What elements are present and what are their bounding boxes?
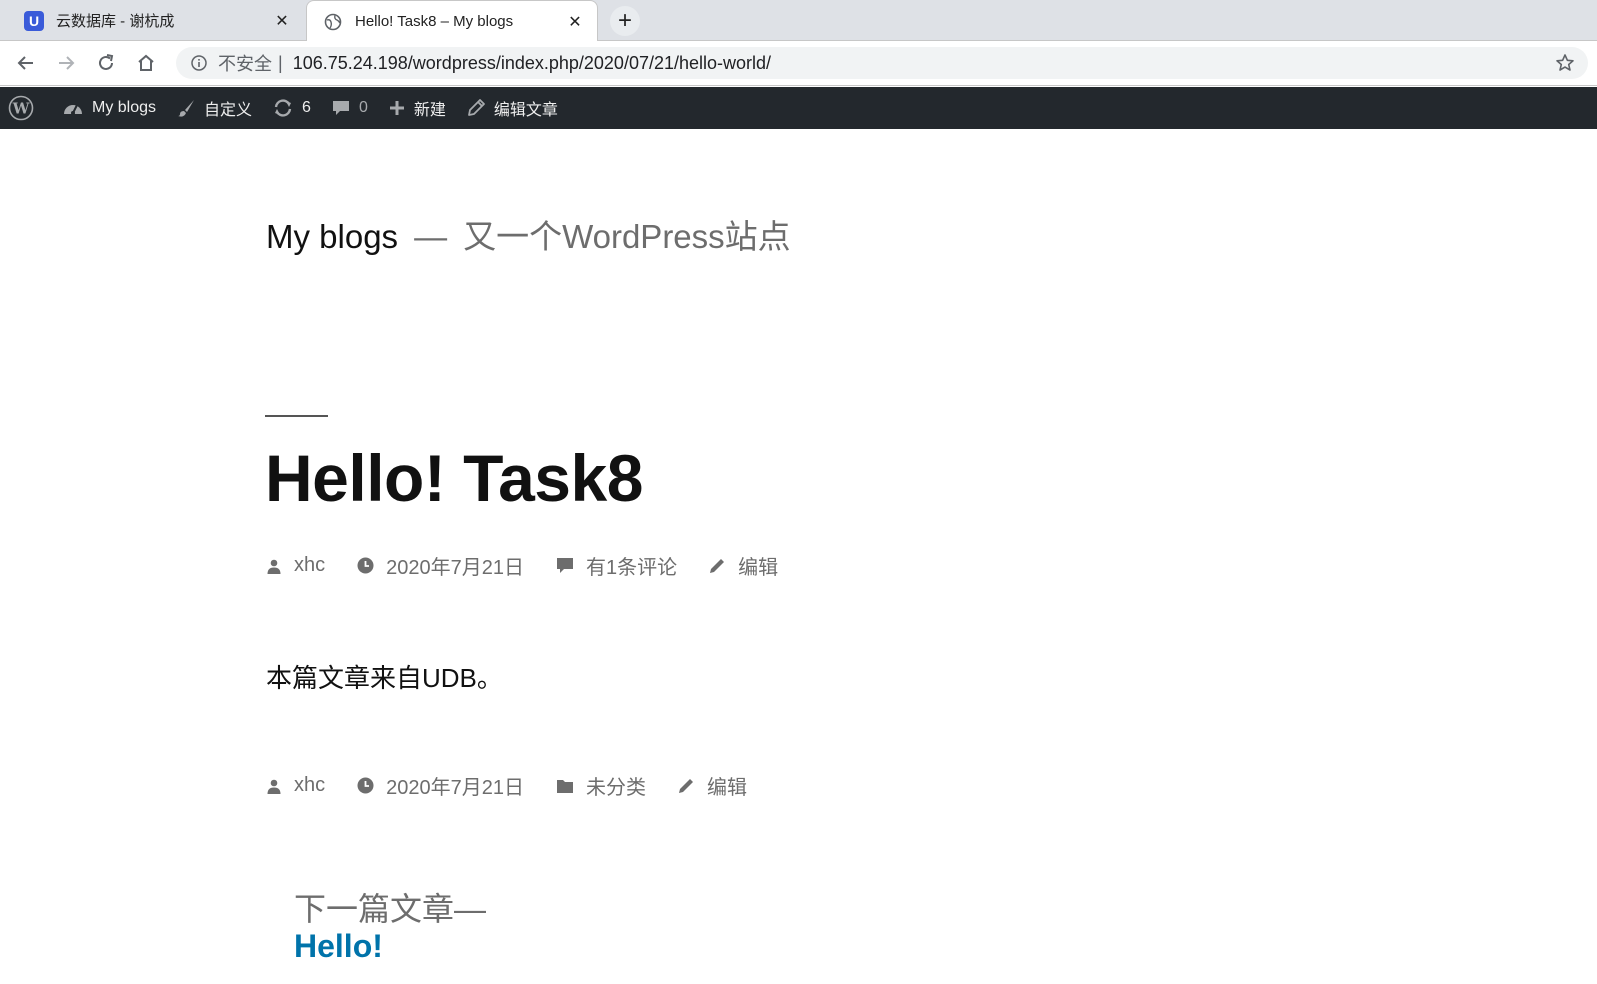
plus-icon — [389, 101, 404, 115]
next-post-label: 下一篇文章— — [294, 891, 487, 927]
comments-link: 有1条评论 — [586, 557, 678, 579]
post-body: 本篇文章来自UDB。 — [266, 663, 503, 693]
category-link: 未分类 — [586, 777, 646, 799]
meta-category[interactable]: 未分类 — [556, 771, 646, 800]
adminbar-site-name[interactable]: My blogs — [52, 87, 166, 129]
adminbar-updates[interactable]: 6 — [262, 87, 321, 129]
site-name-label: My blogs — [92, 99, 157, 116]
customize-label: 自定义 — [204, 102, 253, 119]
url-text[interactable]: 106.75.24.198/wordpress/index.php/2020/0… — [293, 53, 1554, 74]
site-header: My blogs — 又一个WordPress站点 — [266, 210, 791, 258]
info-icon[interactable] — [190, 54, 208, 72]
reload-button[interactable] — [94, 51, 118, 75]
next-post-link[interactable]: Hello! — [294, 928, 486, 965]
post-navigation-next[interactable]: 下一篇文章— Hello! — [294, 884, 486, 965]
wordpress-logo-icon[interactable]: W — [0, 87, 52, 129]
comment-bubble-icon — [332, 101, 349, 115]
updates-count: 6 — [302, 99, 311, 116]
author-name: xhc — [294, 774, 326, 796]
tab-cloud-database[interactable]: U 云数据库 - 谢杭成 ✕ — [8, 0, 304, 41]
person-icon — [267, 559, 281, 574]
dashboard-icon — [64, 104, 82, 115]
post-meta-top: xhc 2020年7月21日 有1条评论 编辑 — [266, 551, 810, 580]
comments-count: 0 — [358, 99, 368, 116]
title-divider — [265, 415, 328, 417]
edit-post-label: 编辑文章 — [493, 102, 558, 119]
person-icon — [267, 779, 281, 794]
tab-hello-task8[interactable]: Hello! Task8 – My blogs ✕ — [306, 0, 598, 42]
meta-author[interactable]: xhc — [266, 774, 325, 797]
meta-edit[interactable]: 编辑 — [678, 771, 747, 800]
address-bar[interactable]: 不安全 | 106.75.24.198/wordpress/index.php/… — [176, 47, 1588, 79]
folder-icon — [557, 779, 573, 793]
pencil-icon — [710, 559, 725, 573]
author-name: xhc — [294, 554, 326, 576]
updates-icon — [274, 99, 292, 117]
address-separator: | — [278, 52, 283, 73]
wp-admin-bar: W My blogs 自定义 6 0 新建 编辑文章 — [0, 87, 1597, 129]
arrow-right-icon — [59, 56, 75, 70]
tab-title: 云数据库 - 谢杭成 — [56, 13, 175, 30]
edit-link: 编辑 — [707, 777, 747, 799]
meta-date[interactable]: 2020年7月21日 — [357, 551, 524, 580]
meta-comments[interactable]: 有1条评论 — [556, 551, 677, 580]
post-date: 2020年7月21日 — [386, 557, 524, 579]
post-title: Hello! Task8 — [265, 441, 643, 515]
clock-icon — [357, 777, 374, 794]
adminbar-customize[interactable]: 自定义 — [166, 87, 262, 129]
post-date: 2020年7月21日 — [386, 777, 524, 799]
home-button[interactable] — [134, 51, 158, 75]
forward-button[interactable] — [54, 51, 78, 75]
security-label: 不安全 — [218, 54, 272, 74]
star-icon[interactable] — [1554, 52, 1576, 74]
new-label: 新建 — [413, 102, 446, 119]
home-icon — [138, 54, 154, 71]
back-button[interactable] — [14, 51, 38, 75]
arrow-left-icon — [17, 56, 33, 70]
clock-icon — [357, 557, 374, 574]
globe-icon — [323, 12, 343, 32]
adminbar-edit-post[interactable]: 编辑文章 — [456, 87, 568, 129]
svg-text:W: W — [12, 100, 31, 118]
adminbar-comments[interactable]: 0 — [321, 87, 378, 129]
comment-icon — [557, 558, 573, 573]
adminbar-new[interactable]: 新建 — [378, 87, 456, 129]
browser-toolbar: 不安全 | 106.75.24.198/wordpress/index.php/… — [0, 41, 1597, 86]
new-tab-button[interactable]: + — [610, 6, 640, 36]
pencil-icon — [467, 99, 485, 116]
site-title-link[interactable]: My blogs — [266, 218, 398, 256]
site-description: 又一个WordPress站点 — [463, 218, 791, 255]
pencil-icon — [679, 779, 693, 793]
post-meta-bottom: xhc 2020年7月21日 未分类 编辑 — [266, 771, 779, 800]
tab-title: Hello! Task8 – My blogs — [355, 13, 514, 30]
meta-edit[interactable]: 编辑 — [709, 551, 778, 580]
u-logo-icon: U — [24, 10, 44, 31]
close-tab-icon[interactable]: ✕ — [272, 11, 292, 31]
close-tab-icon[interactable]: ✕ — [565, 12, 585, 32]
meta-date[interactable]: 2020年7月21日 — [357, 771, 524, 800]
reload-icon — [99, 54, 114, 70]
browser-tab-strip: U 云数据库 - 谢杭成 ✕ Hello! Task8 – My blogs ✕… — [0, 0, 1597, 42]
meta-author[interactable]: xhc — [266, 554, 325, 577]
paintbrush-icon — [178, 100, 195, 117]
edit-link: 编辑 — [738, 557, 779, 579]
site-title-dash: — — [414, 218, 448, 255]
